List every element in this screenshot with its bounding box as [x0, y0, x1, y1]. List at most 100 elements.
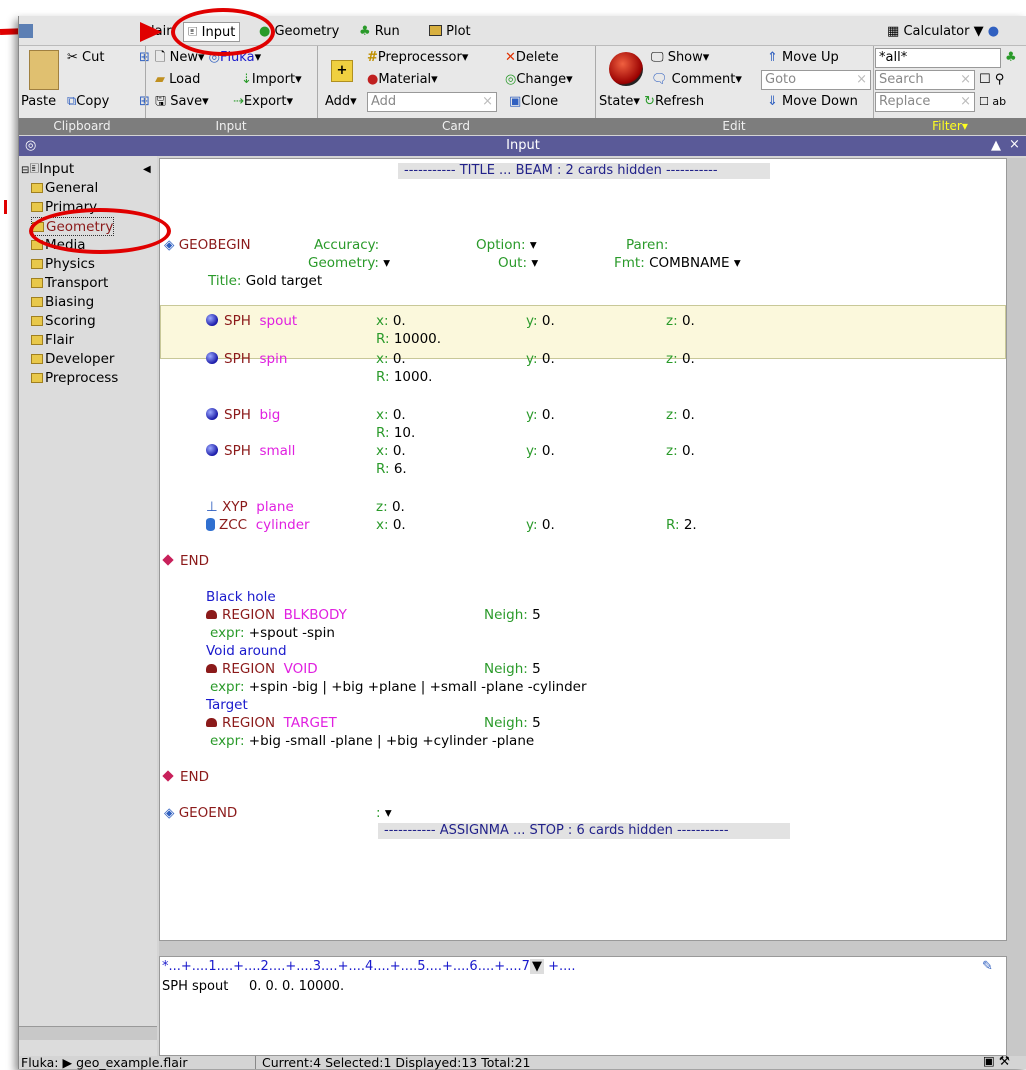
goto-input[interactable]: Goto ×	[761, 70, 871, 90]
filter-run-icon[interactable]: ♣	[1005, 48, 1017, 68]
hidden-cards-bottom[interactable]: ----------- ASSIGNMA ... STOP : 6 cards …	[378, 823, 790, 839]
delete-button[interactable]: ✕Delete	[505, 48, 559, 68]
status-icons[interactable]: ▣ ⚒	[983, 1054, 1010, 1067]
body-z[interactable]: z: 0.	[666, 351, 695, 367]
region-target[interactable]: REGION TARGET	[206, 715, 337, 731]
tab-plot[interactable]: Plot	[429, 22, 471, 42]
info-icon[interactable]: ●	[988, 24, 999, 39]
region-void[interactable]: REGION VOID	[206, 661, 318, 677]
region-neigh[interactable]: Neigh: 5	[484, 661, 541, 677]
card-text-line[interactable]: SPH spout 0. 0. 0. 10000.	[162, 979, 344, 995]
material-button[interactable]: ●Material▾	[367, 70, 438, 90]
filter-select[interactable]: *all*	[875, 48, 1001, 68]
show-button[interactable]: 🖵 Show▾	[651, 48, 709, 68]
body-y[interactable]: y: 0.	[526, 517, 555, 533]
region-neigh[interactable]: Neigh: 5	[484, 607, 541, 623]
state-icon[interactable]	[609, 52, 643, 86]
body-spout[interactable]: SPH spout	[206, 313, 297, 329]
fmt-field[interactable]: Fmt: COMBNAME ▾	[614, 255, 741, 271]
body-z[interactable]: z: 0.	[376, 499, 405, 515]
editor-vscrollbar[interactable]	[1007, 158, 1026, 956]
end-card[interactable]: END	[162, 553, 209, 569]
close-icon[interactable]: ×	[1009, 137, 1020, 152]
region-blkbody[interactable]: REGION BLKBODY	[206, 607, 347, 623]
body-x[interactable]: x: 0.	[376, 313, 406, 329]
tree-item-biasing[interactable]: Biasing	[31, 293, 94, 312]
tree-arrow-icon[interactable]: ◀	[143, 164, 151, 175]
state-button[interactable]: State▾ ↻Refresh	[599, 92, 704, 112]
region-expr[interactable]: expr: +big -small -plane | +big +cylinde…	[210, 733, 534, 749]
tree-item-flair[interactable]: Flair	[31, 331, 74, 350]
move-up-button[interactable]: ⇑ Move Up	[767, 48, 839, 68]
group-label-filter[interactable]: Filter▾	[873, 118, 1026, 135]
preprocessor-button[interactable]: #Preprocessor▾	[367, 48, 468, 68]
geoend-card[interactable]: ◈ GEOEND	[164, 805, 237, 821]
cut-button[interactable]: ✂ Cut	[67, 48, 104, 68]
geoend-field[interactable]: : ▾	[376, 805, 392, 821]
collapse-icon[interactable]: ▲	[991, 138, 1001, 153]
end-card[interactable]: END	[162, 769, 209, 785]
body-r[interactable]: R: 6.	[376, 461, 407, 477]
add-plus-icon[interactable]: +	[331, 60, 353, 82]
save-button[interactable]: 🖫 Save▾	[155, 92, 209, 112]
body-r[interactable]: R: 2.	[666, 517, 697, 533]
body-spin[interactable]: SPH spin	[206, 351, 287, 367]
tab-run[interactable]: ♣ Run	[359, 22, 400, 42]
body-x[interactable]: x: 0.	[376, 351, 406, 367]
body-y[interactable]: y: 0.	[526, 443, 555, 459]
tree-item-preprocess[interactable]: Preprocess	[31, 369, 118, 388]
body-y[interactable]: y: 0.	[526, 407, 555, 423]
body-x[interactable]: x: 0.	[376, 407, 406, 423]
geometry-field[interactable]: Geometry: ▾	[308, 255, 390, 271]
export-button[interactable]: ⇢Export▾	[233, 92, 293, 112]
tree-item-physics[interactable]: Physics	[31, 255, 95, 274]
clear-icon[interactable]: ×	[856, 71, 867, 89]
tree-item-developer[interactable]: Developer	[31, 350, 114, 369]
title-field[interactable]: Title: Gold target	[208, 273, 322, 289]
region-neigh[interactable]: Neigh: 5	[484, 715, 541, 731]
body-r[interactable]: R: 10000.	[376, 331, 441, 347]
import-button[interactable]: ⇣Import▾	[241, 70, 302, 90]
tree-item-scoring[interactable]: Scoring	[31, 312, 96, 331]
tree-item-general[interactable]: General	[31, 179, 98, 198]
add-button[interactable]: Add▾	[325, 92, 357, 112]
body-big[interactable]: SPH big	[206, 407, 280, 423]
body-z[interactable]: z: 0.	[666, 443, 695, 459]
card-editor[interactable]: ----------- TITLE ... BEAM : 2 cards hid…	[159, 158, 1007, 956]
comment-button[interactable]: 🗨 Comment▾	[651, 70, 742, 90]
out-field[interactable]: Out: ▾	[498, 255, 538, 271]
body-y[interactable]: y: 0.	[526, 351, 555, 367]
card-text-area[interactable]: *...+....1....+....2....+....3....+....4…	[159, 956, 1007, 1056]
body-z[interactable]: z: 0.	[666, 313, 695, 329]
sidebar-hscrollbar[interactable]	[19, 1026, 157, 1040]
option-field[interactable]: Option: ▾	[476, 237, 537, 253]
body-cylinder[interactable]: ZCC cylinder	[206, 517, 310, 533]
cmd-vscrollbar[interactable]	[1007, 956, 1026, 1056]
geobegin-card[interactable]: ◈ GEOBEGIN	[164, 237, 251, 253]
region-expr[interactable]: expr: +spout -spin	[210, 625, 335, 641]
tree-item-transport[interactable]: Transport	[31, 274, 108, 293]
add-input[interactable]: Add ×	[367, 92, 497, 112]
paste-icon[interactable]	[29, 50, 59, 90]
body-small[interactable]: SPH small	[206, 443, 295, 459]
change-button[interactable]: ◎Change▾	[505, 70, 573, 90]
clone-button[interactable]: ▣Clone	[509, 92, 558, 112]
body-z[interactable]: z: 0.	[666, 407, 695, 423]
pencil-icon[interactable]: ✎	[982, 959, 993, 974]
copy-button[interactable]: ⧉Copy	[67, 92, 109, 112]
search-input[interactable]: Search ×	[875, 70, 975, 90]
replace-options-icon[interactable]: ☐ ab	[979, 92, 1006, 112]
paste-button[interactable]: Paste	[21, 92, 56, 112]
body-y[interactable]: y: 0.	[526, 313, 555, 329]
body-r[interactable]: R: 1000.	[376, 369, 432, 385]
search-options-icon[interactable]: ☐ ⚲	[979, 70, 1004, 90]
hidden-cards-top[interactable]: ----------- TITLE ... BEAM : 2 cards hid…	[398, 163, 770, 179]
region-expr[interactable]: expr: +spin -big | +big +plane | +small …	[210, 679, 587, 695]
clear-icon[interactable]: ×	[960, 93, 971, 111]
move-down-button[interactable]: ⇓ Move Down	[767, 92, 858, 112]
body-r[interactable]: R: 10.	[376, 425, 415, 441]
calculator-button[interactable]: ▦ Calculator ▼ ●	[887, 22, 999, 42]
body-x[interactable]: x: 0.	[376, 517, 406, 533]
body-plane[interactable]: ⊥ XYP plane	[206, 499, 294, 515]
clear-icon[interactable]: ×	[960, 71, 971, 89]
